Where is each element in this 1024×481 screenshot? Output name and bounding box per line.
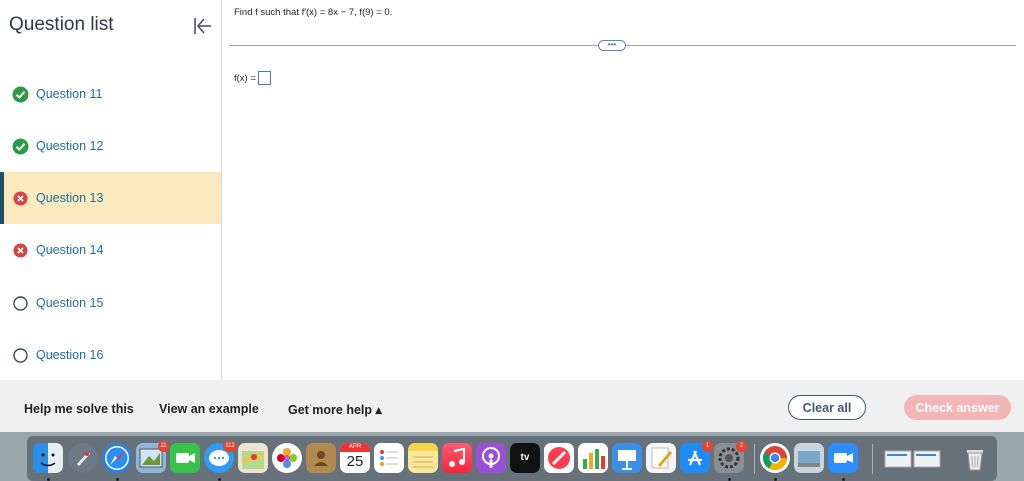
messages-icon[interactable]: 112 [204,441,237,473]
notification-badge: 2 [736,441,747,452]
calendar-day: 25 [346,453,364,470]
podcasts-icon[interactable] [476,443,506,473]
question-label: Question 16 [36,348,104,362]
system-preferences-icon[interactable]: 2 [714,441,747,473]
zoom-icon[interactable] [828,443,858,473]
question-label: Question 15 [36,296,104,310]
check-answer-button[interactable]: Check answer [904,395,1011,420]
question-item-15[interactable]: Question 15 [0,277,221,329]
question-list-sidebar: Question list Question 11 Question 12 Qu… [0,0,222,380]
trash-icon[interactable] [960,443,990,473]
question-label: Question 11 [36,87,103,101]
chrome-icon[interactable] [760,443,790,473]
macos-dock: 11 112 APR 25 tv 1 2 [27,436,997,481]
question-label: Question 12 [36,139,104,153]
music-icon[interactable] [442,443,472,473]
get-more-help-button[interactable]: Get more help ▴ [288,402,382,417]
app-store-icon[interactable]: 1 [680,441,713,473]
tv-label: tv [520,452,530,463]
question-item-13[interactable]: Question 13 [0,172,221,224]
answer-input[interactable] [257,71,271,85]
clear-all-button[interactable]: Clear all [788,395,866,420]
view-example-button[interactable]: View an example [159,402,259,416]
preview-icon[interactable]: 11 [136,441,169,473]
question-prompt: Find f such that f′(x) = 8x − 7, f(9) = … [234,7,393,18]
calendar-icon[interactable]: APR 25 [340,443,370,473]
reminders-icon[interactable] [374,443,404,473]
minimized-windows-icon[interactable] [883,443,943,473]
news-icon[interactable] [544,443,574,473]
collapse-sidebar-icon[interactable] [190,14,214,38]
unanswered-circle-icon [12,347,29,364]
help-me-solve-button[interactable]: Help me solve this [24,402,134,416]
question-item-14[interactable]: Question 14 [0,224,221,276]
question-item-11[interactable]: Question 11 [0,68,221,120]
question-item-16[interactable]: Question 16 [0,329,221,381]
pages-icon[interactable] [646,443,676,473]
contacts-icon[interactable] [306,443,336,473]
unanswered-circle-icon [12,295,29,312]
image-capture-icon[interactable] [794,443,824,473]
facetime-icon[interactable] [170,443,200,473]
question-label: Question 13 [36,191,104,205]
maps-icon[interactable] [238,443,268,473]
numbers-icon[interactable] [578,443,608,473]
launchpad-icon[interactable] [68,443,98,473]
incorrect-x-icon [12,242,29,259]
notification-badge: 11 [158,441,169,452]
answer-row: f(x) = [234,71,271,85]
photos-icon[interactable] [272,443,302,473]
apple-tv-icon[interactable]: tv [510,443,540,473]
safari-icon[interactable] [102,443,132,473]
notes-icon[interactable] [408,443,438,473]
keynote-icon[interactable] [612,443,642,473]
answer-label: f(x) = [234,72,256,84]
finder-icon[interactable] [33,443,63,473]
footer-toolbar: Help me solve this View an example Get m… [0,380,1024,432]
app-window: Question list Question 11 Question 12 Qu… [0,0,1024,432]
sidebar-title: Question list [9,14,114,35]
expand-more-button[interactable]: ••• [598,40,626,51]
calendar-month: APR [340,443,370,452]
incorrect-x-icon [12,190,29,207]
correct-check-icon [12,138,29,155]
question-panel: Find f such that f′(x) = 8x − 7, f(9) = … [222,0,1024,380]
notification-badge: 1 [702,441,713,452]
notification-badge: 112 [223,441,237,452]
question-item-12[interactable]: Question 12 [0,120,221,172]
correct-check-icon [12,86,29,103]
question-label: Question 14 [36,243,104,257]
